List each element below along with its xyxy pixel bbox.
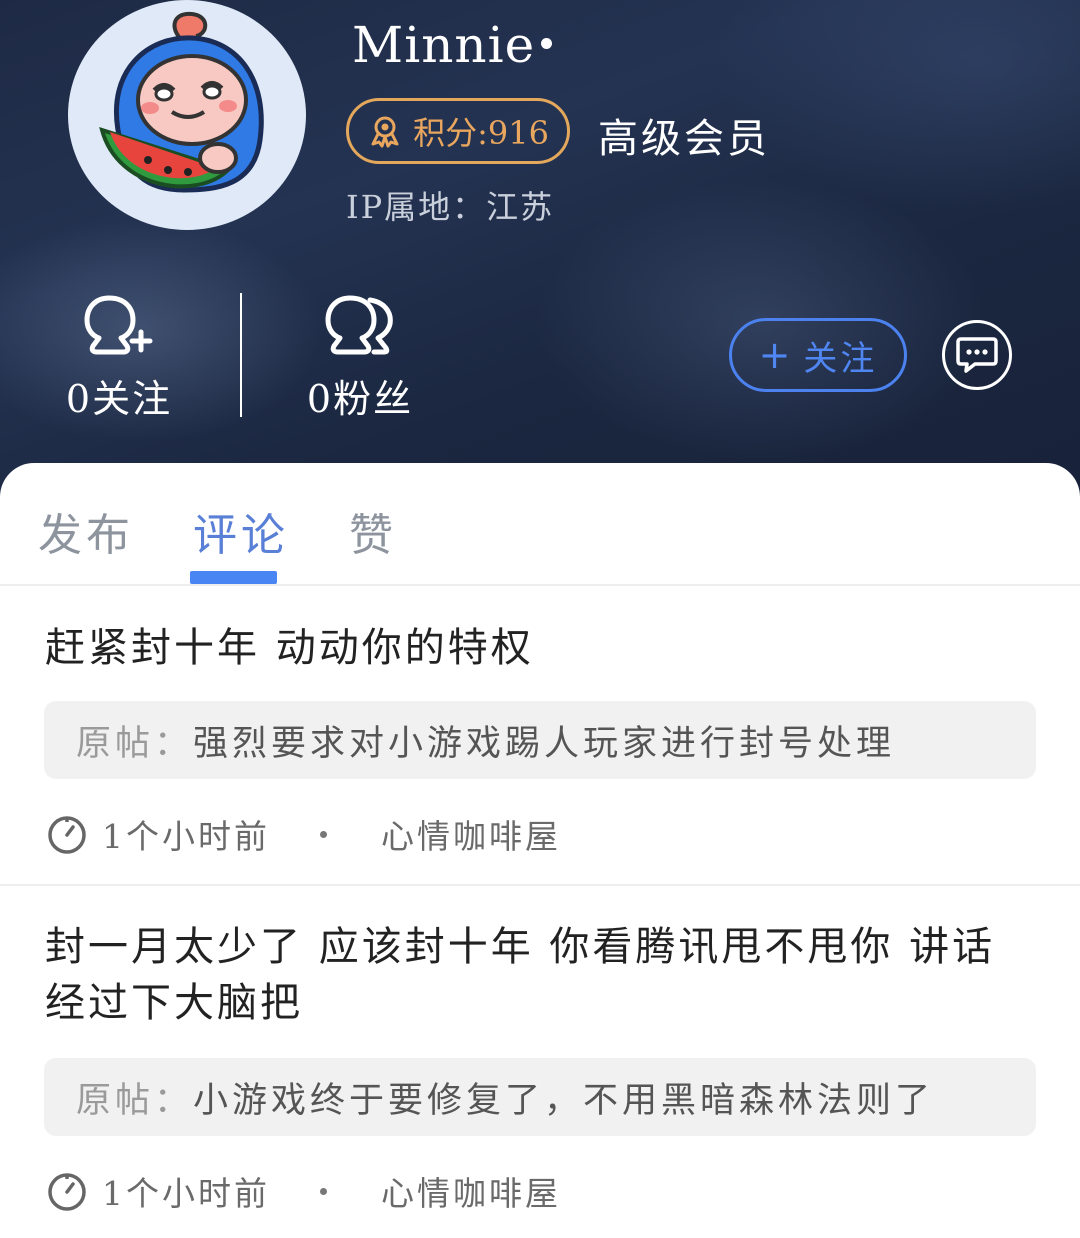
chat-bubble-icon xyxy=(956,337,998,373)
original-post-title: 小游戏终于要修复了，不用黑暗森林法则了 xyxy=(193,1080,935,1121)
comment-board[interactable]: 心情咖啡屋 xyxy=(381,1167,561,1215)
tab-likes[interactable]: 赞 xyxy=(349,499,397,563)
comment-board[interactable]: 心情咖啡屋 xyxy=(381,810,561,858)
comment-time: 1个小时前 xyxy=(102,1174,270,1213)
points-label: 积分:916 xyxy=(413,114,549,152)
content-panel: 发布 评论 赞 赶紧封十年 动动你的特权 原帖： 强烈要求对小游戏踢人玩家进行封… xyxy=(0,463,1080,1238)
profile-header: Minnie 积分:916 高级会员 IP属地：江苏 0关注 0粉丝 + 关注 xyxy=(0,0,1080,500)
user-add-icon xyxy=(84,295,153,355)
watermelon-mascot-avatar-icon xyxy=(99,11,264,193)
following-count: 0关注 xyxy=(65,377,173,421)
separator-dot xyxy=(320,830,327,838)
plus-icon: + xyxy=(758,333,794,377)
separator-dot xyxy=(320,1187,327,1195)
online-status-dot xyxy=(541,38,552,49)
follow-button[interactable]: + 关注 xyxy=(729,318,907,392)
comment-text[interactable]: 赶紧封十年 动动你的特权 xyxy=(45,620,1035,676)
follow-button-label: 关注 xyxy=(803,338,878,379)
ip-location-label: IP属地：江苏 xyxy=(346,188,555,226)
following-stat[interactable]: 0关注 xyxy=(39,290,199,423)
users-icon xyxy=(325,295,393,355)
clock-icon xyxy=(48,1173,86,1211)
original-post-prefix: 原帖： xyxy=(76,1080,194,1121)
tab-comments[interactable]: 评论 xyxy=(193,499,289,563)
comment-meta: 1个小时前 心情咖啡屋 xyxy=(46,811,561,857)
stat-divider xyxy=(240,293,242,417)
original-post-prefix: 原帖： xyxy=(76,723,194,764)
medal-icon xyxy=(371,116,399,148)
tab-posts[interactable]: 发布 xyxy=(38,499,134,563)
comment-meta: 1个小时前 心情咖啡屋 xyxy=(46,1168,561,1214)
comment-text[interactable]: 封一月太少了 应该封十年 你看腾讯甩不甩你 讲话经过下大脑把 xyxy=(45,919,1035,1031)
original-post-link[interactable]: 原帖： 强烈要求对小游戏踢人玩家进行封号处理 xyxy=(44,701,1036,779)
message-button[interactable] xyxy=(942,320,1012,390)
row-divider xyxy=(0,884,1080,886)
vip-label: 高级会员 xyxy=(598,116,770,162)
avatar[interactable] xyxy=(68,0,306,230)
fans-stat[interactable]: 0粉丝 xyxy=(280,290,440,423)
original-post-link[interactable]: 原帖： 小游戏终于要修复了，不用黑暗森林法则了 xyxy=(44,1058,1036,1136)
points-badge[interactable]: 积分:916 xyxy=(346,98,570,164)
fans-count: 0粉丝 xyxy=(306,377,414,421)
active-tab-indicator xyxy=(190,571,277,584)
tabs-divider xyxy=(0,584,1080,586)
clock-icon xyxy=(48,816,86,854)
comment-time: 1个小时前 xyxy=(102,817,270,856)
username: Minnie xyxy=(352,16,536,74)
original-post-title: 强烈要求对小游戏踢人玩家进行封号处理 xyxy=(193,723,896,764)
